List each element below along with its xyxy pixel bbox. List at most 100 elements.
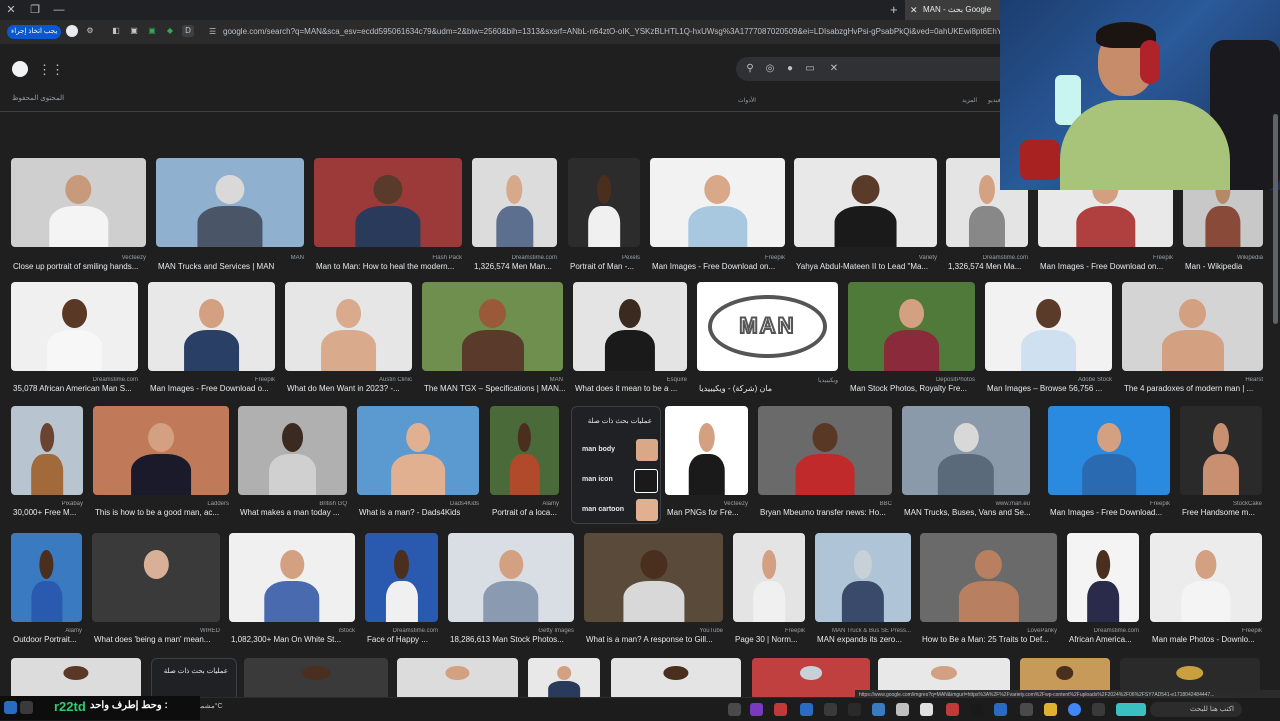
image-title[interactable]: Man Images – Browse 56,756 ... [987, 384, 1114, 393]
image-source[interactable]: Austin Clinic [285, 377, 412, 383]
image-result[interactable] [148, 282, 275, 371]
app-icon[interactable] [1116, 703, 1146, 716]
image-result[interactable]: MAN [697, 282, 838, 371]
image-result[interactable] [11, 658, 141, 700]
image-result[interactable] [752, 658, 870, 700]
image-title[interactable]: What does it mean to be a ... [575, 384, 689, 393]
image-title[interactable]: Man Stock Photos, Royalty Fre... [850, 384, 977, 393]
image-result[interactable] [314, 158, 462, 247]
image-title[interactable]: مان (شركة) - ويكيبيديا [699, 384, 840, 393]
image-source[interactable]: Ladders [93, 501, 229, 507]
image-title[interactable]: What is a man? A response to Gill... [586, 635, 725, 644]
image-result[interactable] [92, 533, 220, 622]
related-search-item[interactable]: man cartoon [580, 499, 658, 523]
image-result[interactable] [472, 158, 557, 247]
image-title[interactable]: Portrait of Man -... [570, 262, 642, 271]
image-title[interactable]: What makes a man today ... [240, 508, 349, 517]
image-source[interactable]: Wikipedia [1183, 255, 1263, 261]
app-icon[interactable] [920, 703, 933, 716]
chrome-icon[interactable] [1068, 703, 1081, 716]
image-result[interactable] [985, 282, 1112, 371]
image-result[interactable] [794, 158, 937, 247]
image-result[interactable] [229, 533, 355, 622]
image-source[interactable]: MAN [156, 255, 304, 261]
image-result[interactable] [650, 158, 785, 247]
scrollbar[interactable] [1273, 114, 1278, 324]
image-result[interactable] [156, 158, 304, 247]
image-title[interactable]: Bryan Mbeumo transfer news: Ho... [760, 508, 894, 517]
image-title[interactable]: Man PNGs for Fre... [667, 508, 750, 517]
image-source[interactable]: Vecteezy [665, 501, 748, 507]
image-source[interactable]: Esquire [573, 377, 687, 383]
image-result[interactable] [758, 406, 892, 495]
image-source[interactable]: Dreamstime.com [1067, 628, 1139, 634]
image-source[interactable]: YouTube [584, 628, 723, 634]
image-title[interactable]: What do Men Want in 2023? -... [287, 384, 414, 393]
image-result[interactable] [422, 282, 563, 371]
image-source[interactable]: Alamy [490, 501, 559, 507]
folder-icon[interactable] [1044, 703, 1057, 716]
image-source[interactable]: Adobe Stock [985, 377, 1112, 383]
image-source[interactable]: Dreamstime.com [11, 377, 138, 383]
image-source[interactable]: Alamy [11, 628, 82, 634]
image-result[interactable] [902, 406, 1030, 495]
app-icon[interactable] [800, 703, 813, 716]
app-icon[interactable] [1092, 703, 1105, 716]
app-icon[interactable] [994, 703, 1007, 716]
image-result[interactable] [1048, 406, 1170, 495]
image-title[interactable]: Man to Man: How to heal the modern... [316, 262, 464, 271]
image-source[interactable]: Freepik [1038, 255, 1173, 261]
image-source[interactable]: Dreamstime.com [472, 255, 557, 261]
image-title[interactable]: Free Handsome m... [1182, 508, 1264, 517]
image-source[interactable]: British GQ [238, 501, 347, 507]
image-source[interactable]: Getty Images [448, 628, 574, 634]
image-title[interactable]: MAN expands its zero... [817, 635, 913, 644]
app-icon[interactable] [750, 703, 763, 716]
app-icon[interactable] [1020, 703, 1033, 716]
image-result[interactable] [11, 158, 146, 247]
image-result[interactable] [490, 406, 559, 495]
image-title[interactable]: Man Images - Free Download... [1050, 508, 1172, 517]
image-result[interactable] [573, 282, 687, 371]
image-title[interactable]: 1,326,574 Men Ma... [948, 262, 1030, 271]
image-source[interactable]: Vecteezy [11, 255, 146, 261]
image-title[interactable]: The MAN TGX – Specifications | MAN... [424, 384, 565, 393]
image-title[interactable]: Man Images - Free Download o... [150, 384, 277, 393]
image-result[interactable] [11, 406, 83, 495]
image-source[interactable]: Freepik [733, 628, 805, 634]
image-title[interactable]: Close up portrait of smiling hands... [13, 262, 148, 271]
image-title[interactable]: How to Be a Man: 25 Traits to Def... [922, 635, 1059, 644]
image-title[interactable]: What is a man? - Dads4Kids [359, 508, 481, 517]
image-source[interactable]: Flash Pack [314, 255, 462, 261]
image-source[interactable]: DepositPhotos [848, 377, 975, 383]
image-source[interactable]: MAN [422, 377, 563, 383]
image-title[interactable]: Face of Happy ... [367, 635, 440, 644]
image-result[interactable] [611, 658, 741, 700]
image-source[interactable]: Dreamstime.com [946, 255, 1028, 261]
image-result[interactable] [11, 282, 138, 371]
image-result[interactable] [848, 282, 975, 371]
image-source[interactable]: Freepik [148, 377, 275, 383]
app-icon[interactable] [970, 703, 983, 716]
image-result[interactable] [1150, 533, 1262, 622]
image-result[interactable] [244, 658, 388, 700]
image-source[interactable]: BBC [758, 501, 892, 507]
image-result[interactable] [568, 158, 640, 247]
image-title[interactable]: The 4 paradoxes of modern man | ... [1124, 384, 1265, 393]
image-title[interactable]: 1,326,574 Men Man... [474, 262, 559, 271]
app-icon[interactable] [728, 703, 741, 716]
image-result[interactable] [448, 533, 574, 622]
related-search-item[interactable]: man body [580, 439, 658, 463]
image-title[interactable]: Yahya Abdul-Mateen II to Lead "Ma... [796, 262, 939, 271]
image-result[interactable] [920, 533, 1057, 622]
taskbar-search-input[interactable]: اكتب هنا للبحث [1150, 702, 1242, 717]
image-source[interactable]: Pixabay [11, 501, 83, 507]
image-source[interactable]: ويكيبيديا [697, 377, 838, 384]
image-title[interactable]: African America... [1069, 635, 1141, 644]
image-title[interactable]: Outdoor Portrait... [13, 635, 84, 644]
image-result[interactable] [11, 533, 82, 622]
image-title[interactable]: 30,000+ Free M... [13, 508, 85, 517]
image-source[interactable]: Dads4Kids [357, 501, 479, 507]
image-title[interactable]: Man Images - Free Download on... [1040, 262, 1175, 271]
image-title[interactable]: Page 30 | Norm... [735, 635, 807, 644]
